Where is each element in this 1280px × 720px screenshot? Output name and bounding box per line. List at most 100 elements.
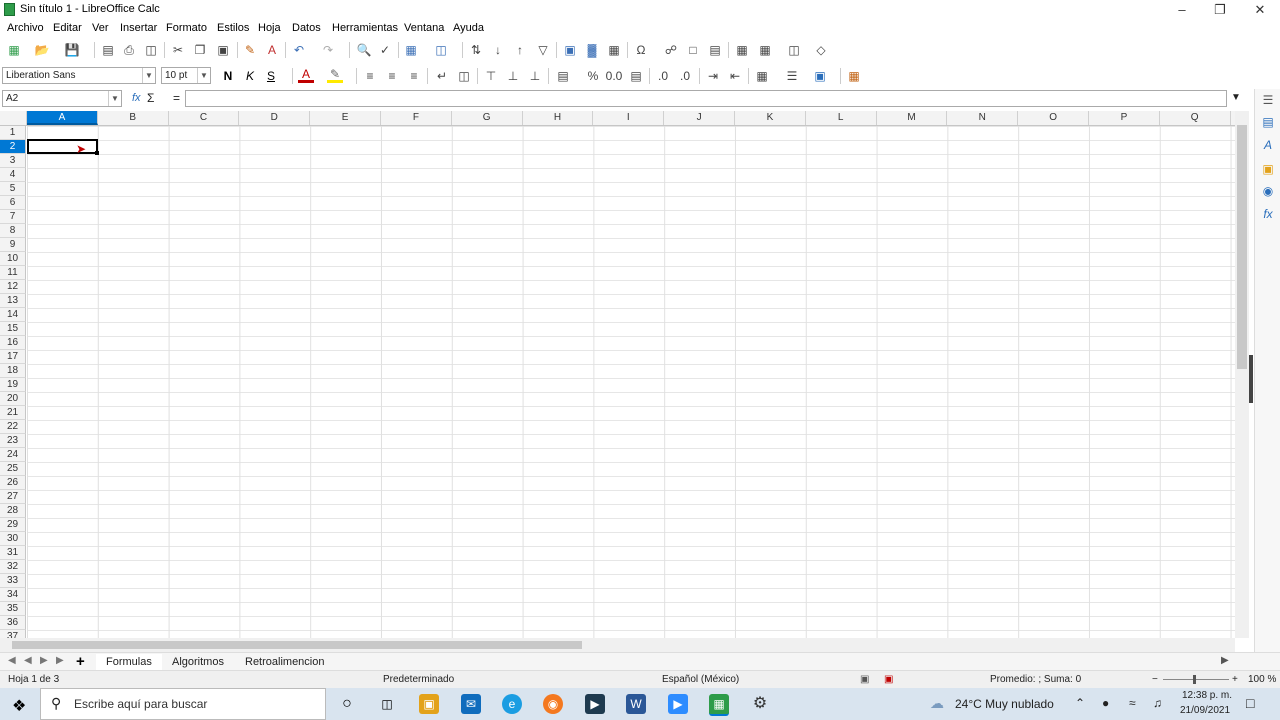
- row-header-20[interactable]: 20: [0, 392, 26, 406]
- increase-indent-icon[interactable]: ⇥: [705, 68, 721, 84]
- number-format-icon[interactable]: 0.0: [606, 68, 623, 84]
- row-header-10[interactable]: 10: [0, 252, 26, 266]
- column-header-c[interactable]: C: [169, 111, 240, 125]
- add-sheet-icon[interactable]: +: [76, 653, 85, 670]
- cut-icon[interactable]: ✂: [170, 42, 186, 58]
- comment-icon[interactable]: □: [685, 42, 701, 58]
- column-header-b[interactable]: B: [98, 111, 169, 125]
- row-header-24[interactable]: 24: [0, 448, 26, 462]
- align-center-icon[interactable]: ≡: [384, 68, 400, 84]
- date-format-icon[interactable]: ▤: [628, 68, 644, 84]
- row-header-11[interactable]: 11: [0, 266, 26, 280]
- chevron-up-icon[interactable]: ⌃: [1075, 696, 1085, 710]
- bold-button[interactable]: N: [220, 68, 236, 84]
- center-vertically-icon[interactable]: ⊥: [505, 68, 521, 84]
- undo-icon[interactable]: ↶: [291, 42, 307, 58]
- row-header-3[interactable]: 3: [0, 154, 26, 168]
- freeze-rows-columns-icon[interactable]: ▦: [757, 42, 773, 58]
- language[interactable]: Español (México): [662, 674, 739, 685]
- open-icon[interactable]: 📂: [34, 42, 50, 58]
- row-header-21[interactable]: 21: [0, 406, 26, 420]
- currency-format-icon[interactable]: ▤: [555, 68, 571, 84]
- copy-icon[interactable]: ❐: [192, 42, 208, 58]
- start-button[interactable]: ❖: [0, 688, 40, 720]
- name-box[interactable]: A2 ▼: [2, 90, 122, 107]
- underline-button[interactable]: S: [263, 68, 279, 84]
- border-style-icon[interactable]: ☰: [784, 68, 800, 84]
- row-header-33[interactable]: 33: [0, 574, 26, 588]
- row-header-37[interactable]: 37: [0, 630, 26, 638]
- column-header-j[interactable]: J: [664, 111, 735, 125]
- autofilter-icon[interactable]: ▽: [535, 42, 551, 58]
- column-header-m[interactable]: M: [877, 111, 948, 125]
- row-header-30[interactable]: 30: [0, 532, 26, 546]
- chart-icon[interactable]: ▓: [584, 42, 600, 58]
- next-sheet-icon[interactable]: ▶: [40, 655, 48, 666]
- row-header-23[interactable]: 23: [0, 434, 26, 448]
- fill-handle[interactable]: [95, 151, 99, 155]
- chevron-down-icon[interactable]: ▼: [142, 68, 155, 83]
- page-style[interactable]: Predeterminado: [383, 674, 454, 685]
- cortana-icon[interactable]: ○: [337, 694, 357, 714]
- navigator-icon[interactable]: ◉: [1260, 183, 1276, 199]
- align-bottom-icon[interactable]: ⊥: [527, 68, 543, 84]
- minimize-button[interactable]: –: [1162, 0, 1202, 20]
- sum-icon[interactable]: Σ: [147, 91, 154, 105]
- row-header-7[interactable]: 7: [0, 210, 26, 224]
- menu-herramientas[interactable]: Herramientas: [332, 22, 398, 34]
- styles-icon[interactable]: A: [1260, 137, 1276, 153]
- align-right-icon[interactable]: ≡: [406, 68, 422, 84]
- column-header-i[interactable]: I: [593, 111, 665, 125]
- print-preview-icon[interactable]: ◫: [143, 42, 159, 58]
- mail-icon[interactable]: ✉: [461, 694, 481, 714]
- sort-descending-icon[interactable]: ↑: [512, 42, 528, 58]
- align-top-icon[interactable]: ⊤: [483, 68, 499, 84]
- row-header-26[interactable]: 26: [0, 476, 26, 490]
- row-header-17[interactable]: 17: [0, 350, 26, 364]
- row-header-35[interactable]: 35: [0, 602, 26, 616]
- export-pdf-icon[interactable]: ▤: [100, 42, 116, 58]
- maximize-button[interactable]: ❐: [1200, 0, 1240, 20]
- column-header-n[interactable]: N: [947, 111, 1019, 125]
- column-header-a[interactable]: A: [27, 111, 98, 125]
- menu-editar[interactable]: Editar: [53, 22, 82, 34]
- column-header-e[interactable]: E: [310, 111, 381, 125]
- redo-icon[interactable]: ↷: [320, 42, 336, 58]
- special-character-icon[interactable]: Ω: [633, 42, 649, 58]
- last-sheet-icon[interactable]: ▶: [56, 655, 64, 666]
- row-header-2[interactable]: 2: [0, 140, 26, 154]
- taskbar-search[interactable]: ⚲ Escribe aquí para buscar: [40, 688, 326, 720]
- conditional-format-icon[interactable]: ▦: [846, 68, 862, 84]
- task-view-icon[interactable]: ◫: [377, 694, 397, 714]
- column-header-k[interactable]: K: [735, 111, 806, 125]
- clear-format-icon[interactable]: A: [264, 42, 280, 58]
- clone-format-icon[interactable]: ✎: [242, 42, 258, 58]
- first-sheet-icon[interactable]: ◀: [8, 655, 16, 666]
- selection-mode-icon[interactable]: ▣: [860, 674, 869, 685]
- close-button[interactable]: ✕: [1240, 0, 1280, 20]
- clock-time[interactable]: 12:38 p. m.: [1182, 690, 1232, 701]
- edge-icon[interactable]: e: [502, 694, 522, 714]
- sheet-tab-algoritmos[interactable]: Algoritmos: [162, 654, 234, 670]
- previous-sheet-icon[interactable]: ◀: [24, 655, 32, 666]
- vertical-scroll-thumb[interactable]: [1237, 125, 1247, 369]
- zoom-level[interactable]: 100 %: [1248, 674, 1276, 685]
- row-header-18[interactable]: 18: [0, 364, 26, 378]
- settings-gear-icon[interactable]: ⚙: [750, 694, 770, 714]
- paste-icon[interactable]: ▣: [215, 42, 231, 58]
- font-color-icon[interactable]: A: [298, 67, 314, 83]
- sort-icon[interactable]: ⇅: [468, 42, 484, 58]
- save-icon[interactable]: 💾: [64, 42, 80, 58]
- terminal-icon[interactable]: ▶: [585, 694, 605, 714]
- column-header-d[interactable]: D: [239, 111, 311, 125]
- image-icon[interactable]: ▣: [562, 42, 578, 58]
- borders-icon[interactable]: ▦: [754, 68, 770, 84]
- font-name-combo[interactable]: Liberation Sans ▼: [2, 67, 156, 84]
- wrap-text-icon[interactable]: ↵: [434, 68, 450, 84]
- row-header-9[interactable]: 9: [0, 238, 26, 252]
- cells-area[interactable]: [27, 126, 1235, 638]
- column-icon[interactable]: ◫: [433, 42, 449, 58]
- column-header-h[interactable]: H: [523, 111, 594, 125]
- row-header-31[interactable]: 31: [0, 546, 26, 560]
- formula-icon[interactable]: =: [173, 91, 180, 105]
